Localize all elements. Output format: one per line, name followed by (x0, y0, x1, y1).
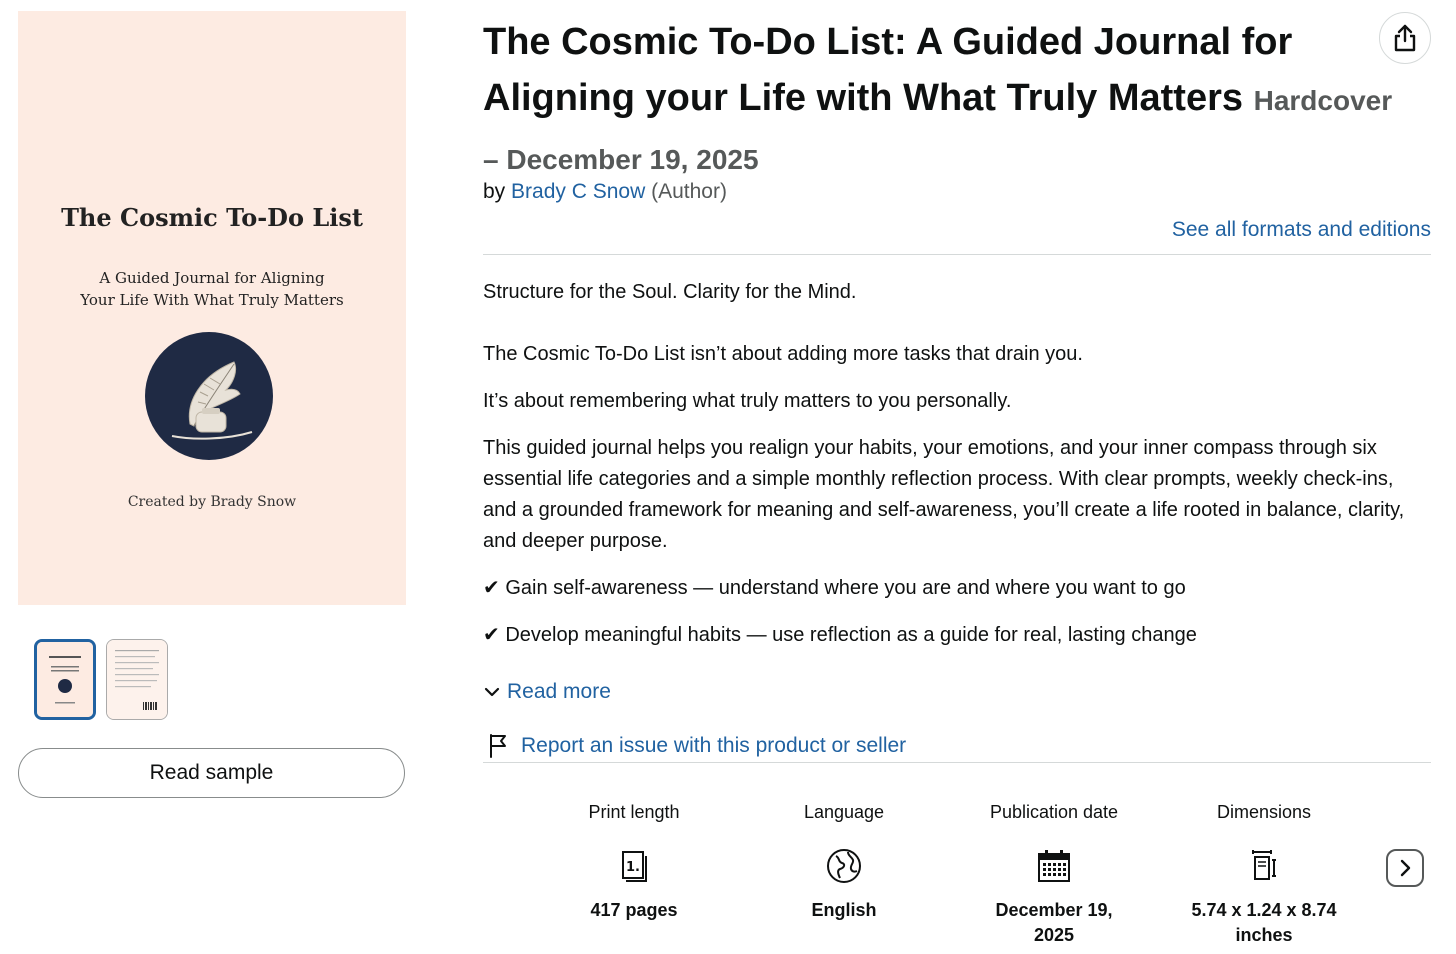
detail-value: December 19, 2025 (954, 898, 1154, 948)
cover-credit: Created by Brady Snow (127, 494, 297, 510)
cover-subtitle-line-2: Your Life With What Truly Matters (80, 291, 344, 309)
detail-value-line-1: 5.74 x 1.24 x 8.74 (1191, 900, 1337, 920)
globe-icon (827, 849, 861, 883)
detail-value-line-2: 2025 (1033, 925, 1075, 945)
cover-title: The Cosmic To-Do List (61, 203, 363, 232)
quill-inkwell-emblem (145, 332, 273, 460)
detail-label: Dimensions (1216, 802, 1312, 822)
see-all-formats-link[interactable]: See all formats and editions (1172, 218, 1431, 242)
carousel-next-button[interactable] (1386, 849, 1424, 887)
by-prefix: by (483, 180, 506, 203)
product-title: The Cosmic To-Do List: A Guided Journal … (483, 14, 1413, 188)
description-bullet-2: ✔ Develop meaningful habits — use reflec… (483, 624, 1197, 646)
description-paragraph-2: It’s about remembering what truly matter… (483, 390, 1012, 412)
author-role: (Author) (651, 180, 727, 203)
description-fade (483, 660, 1423, 680)
detail-value-line-1: December 19, (995, 900, 1113, 920)
book-cover-image[interactable]: The Cosmic To-Do List A Guided Journal f… (18, 11, 406, 605)
cover-subtitle: A Guided Journal for Aligning Your Life … (18, 267, 406, 311)
report-issue-label: Report an issue with this product or sel… (521, 734, 907, 757)
thumbnail-front-cover[interactable] (34, 639, 96, 720)
book-pages-icon: 1. (622, 851, 647, 882)
detail-dimensions: Dimensions 5.74 x 1.24 x 8.74 inches (1164, 800, 1364, 948)
report-issue-link[interactable]: Report an issue with this product or sel… (487, 733, 906, 759)
detail-publication-date: Publication date December 19, 2025 (954, 800, 1154, 948)
detail-value: 5.74 x 1.24 x 8.74 inches (1164, 898, 1364, 948)
svg-text:1.: 1. (626, 860, 640, 875)
description-tagline: Structure for the Soul. Clarity for the … (483, 281, 857, 303)
cover-thumbnail-icon (37, 642, 93, 717)
detail-label: Print length (588, 802, 680, 822)
detail-value-line-1: English (811, 900, 877, 920)
detail-value-line-2: inches (1235, 925, 1293, 945)
divider (483, 762, 1431, 763)
cover-subtitle-line-1: A Guided Journal for Aligning (99, 269, 325, 287)
detail-value-line-1: 417 pages (590, 900, 678, 920)
byline: by Brady C Snow (Author) (483, 180, 727, 204)
read-sample-button[interactable]: Read sample (18, 748, 405, 798)
dimensions-icon (1252, 850, 1276, 880)
detail-label: Publication date (989, 802, 1119, 822)
description-bullet-1: ✔ Gain self-awareness — understand where… (483, 577, 1186, 599)
detail-label: Language (803, 802, 885, 822)
divider (483, 254, 1431, 255)
flag-icon (490, 734, 506, 758)
author-link[interactable]: Brady C Snow (511, 180, 645, 203)
description-paragraph-1: The Cosmic To-Do List isn’t about adding… (483, 343, 1083, 365)
read-more-label: Read more (507, 680, 611, 703)
detail-language: Language English (744, 800, 944, 923)
detail-print-length: Print length 1. 417 pages (534, 800, 734, 923)
calendar-icon (1038, 850, 1070, 882)
detail-value: English (744, 898, 944, 923)
read-more-link[interactable]: Read more (483, 680, 611, 704)
detail-value: 417 pages (534, 898, 734, 923)
thumbnail-back-cover[interactable] (106, 639, 168, 720)
chevron-right-icon (1400, 859, 1411, 877)
product-title-text: The Cosmic To-Do List: A Guided Journal … (483, 21, 1293, 119)
chevron-down-icon (484, 687, 500, 697)
back-cover-thumbnail-icon (107, 640, 167, 719)
description-paragraph-3: This guided journal helps you realign yo… (483, 437, 1405, 552)
